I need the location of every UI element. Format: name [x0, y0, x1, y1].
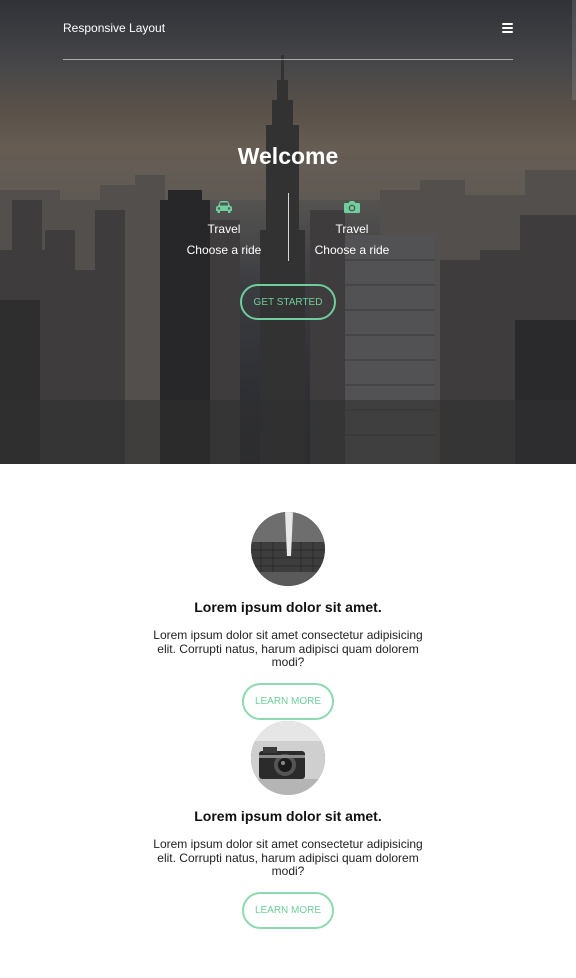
navbar: Responsive Layout: [63, 0, 513, 60]
building-photo: [251, 512, 325, 586]
feature-title: Travel: [335, 222, 369, 236]
get-started-button[interactable]: GET STARTED: [240, 284, 336, 320]
learn-more-button[interactable]: LEARN MORE: [242, 683, 334, 720]
card-text: Lorem ipsum dolor sit amet consectetur a…: [153, 837, 423, 878]
feature-travel-camera: Travel Choose a ride: [288, 193, 416, 263]
card-title: Lorem ipsum dolor sit amet.: [194, 808, 382, 824]
page-scrollbar[interactable]: [572, 0, 576, 100]
feature-subtitle: Choose a ride: [314, 243, 390, 257]
hero-section: Responsive Layout Welcome Travel Choose …: [0, 0, 576, 464]
card-title: Lorem ipsum dolor sit amet.: [194, 599, 382, 615]
feature-title: Travel: [207, 222, 241, 236]
camera-icon: [344, 201, 360, 213]
learn-more-button[interactable]: LEARN MORE: [242, 892, 334, 929]
car-icon: [216, 201, 232, 213]
hamburger-menu-icon[interactable]: [502, 23, 513, 33]
feature-travel-ride: Travel Choose a ride: [160, 193, 288, 263]
hero-features: Travel Choose a ride Travel Choose a rid…: [160, 193, 416, 263]
card-text: Lorem ipsum dolor sit amet consectetur a…: [153, 628, 423, 669]
brand-logo[interactable]: Responsive Layout: [63, 21, 165, 35]
hero-title: Welcome: [237, 143, 339, 169]
camera-photo: [251, 721, 325, 795]
feature-subtitle: Choose a ride: [186, 243, 262, 257]
